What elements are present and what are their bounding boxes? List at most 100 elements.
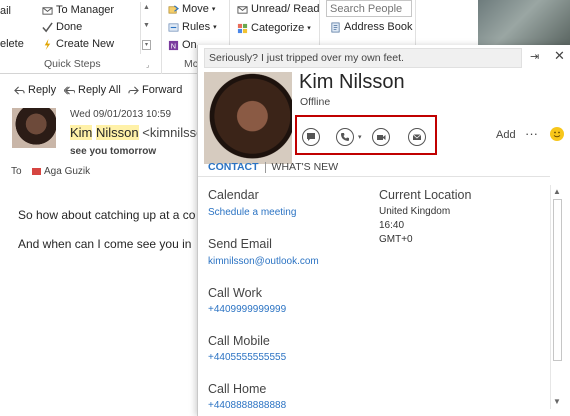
reply-all-button[interactable]: Reply All — [64, 84, 121, 96]
body-line-2: And when can I come see you in — [18, 237, 192, 251]
smiley-icon[interactable] — [550, 127, 564, 141]
email-address-link[interactable]: kimnilsson@outlook.com — [208, 256, 319, 267]
sender-line[interactable]: Kim Nilsson <kimnilsso — [70, 125, 203, 140]
delete-label: elete — [0, 38, 24, 50]
forward-button[interactable]: Forward — [128, 84, 182, 96]
add-contact-link[interactable]: Add — [496, 129, 516, 141]
work-phone-link[interactable]: +4409999999999 — [208, 304, 286, 315]
schedule-meeting-link[interactable]: Schedule a meeting — [208, 207, 296, 218]
chevron-down-icon[interactable]: ▾ — [358, 133, 362, 141]
sender-first-name: Kim — [70, 125, 93, 140]
checkmark-icon — [42, 21, 53, 32]
call-home-title: Call Home — [208, 382, 267, 396]
chat-button[interactable] — [302, 128, 320, 146]
tab-whats-new[interactable]: WHAT'S NEW — [272, 161, 339, 173]
body-line-1: So how about catching up at a co — [18, 208, 196, 222]
sender-last-name: Nilsson — [96, 125, 139, 140]
quick-steps-scroll[interactable]: ▲ ▼ ▾ — [140, 2, 151, 54]
quick-steps-launcher-icon[interactable]: ⌟ — [146, 61, 149, 69]
categorize-button[interactable]: Categorize ▾ — [237, 22, 311, 34]
rules-label: Rules — [182, 21, 211, 33]
reply-button[interactable]: Reply — [14, 84, 56, 96]
calendar-title: Calendar — [208, 188, 259, 202]
address-book-label: Address Book — [344, 21, 413, 33]
quick-step-email[interactable]: ail — [0, 5, 11, 17]
call-work-title: Call Work — [208, 286, 262, 300]
call-mobile-title: Call Mobile — [208, 334, 270, 348]
phone-icon — [341, 133, 349, 141]
quick-step-delete[interactable]: elete — [0, 38, 24, 50]
recipient[interactable]: Aga Guzik — [32, 166, 90, 177]
move-button[interactable]: Move ▾ — [168, 3, 215, 15]
tab-contact[interactable]: CONTACT — [208, 161, 259, 173]
close-icon[interactable]: ✕ — [554, 48, 565, 64]
address-book-button[interactable]: Address Book — [330, 21, 412, 33]
search-people-input[interactable] — [326, 0, 412, 17]
quick-step-done[interactable]: Done — [42, 21, 82, 33]
home-phone-link[interactable]: +4408888888888 — [208, 400, 286, 411]
to-manager-label: To Manager — [56, 4, 115, 16]
message-subject: see you tomorrow — [70, 146, 157, 157]
move-group-label: Mc — [184, 58, 198, 70]
contact-actions: ▾ — [295, 115, 437, 155]
quick-steps-group: ail To Manager Done elete Create New ▲ ▼… — [0, 0, 157, 56]
ribbon-separator — [161, 0, 162, 74]
onenote-label: On — [182, 39, 197, 51]
location-country: United Kingdom — [379, 206, 451, 217]
rules-icon — [168, 22, 179, 32]
background-photo — [478, 0, 570, 45]
location-title: Current Location — [379, 188, 472, 202]
smiley-face — [553, 131, 561, 138]
send-email-title: Send Email — [208, 237, 272, 251]
scroll-thumb[interactable] — [553, 199, 562, 361]
contact-tabs: CONTACT WHAT'S NEW — [208, 161, 338, 173]
location-time: 16:40 — [379, 220, 405, 231]
move-label: Move — [182, 3, 209, 15]
quick-steps-group-label: Quick Steps — [44, 58, 101, 70]
card-scrollbar[interactable]: ▲ ▼ — [550, 185, 563, 409]
chevron-down-icon: ▾ — [211, 6, 216, 13]
chevron-down-icon: ▾ — [307, 25, 311, 32]
sender-email: <kimnilsso — [142, 125, 204, 140]
video-button[interactable] — [372, 128, 390, 146]
tab-divider — [264, 161, 266, 173]
envelope-arrow-icon — [42, 6, 53, 15]
email-icon — [412, 134, 422, 140]
contact-photo — [204, 72, 292, 164]
forward-label: Forward — [142, 84, 183, 96]
call-button[interactable] — [336, 128, 354, 146]
reading-pane: Reply Reply All Forward Wed 09/01/2013 1… — [0, 74, 203, 416]
quick-step-to-manager[interactable]: To Manager — [42, 4, 114, 16]
scroll-up-icon[interactable]: ▲ — [553, 187, 561, 196]
contact-note: Seriously? I just tripped over my own fe… — [204, 48, 522, 68]
reply-all-label: Reply All — [78, 84, 121, 96]
contact-name: Kim Nilsson — [299, 71, 405, 93]
quick-step-create-new[interactable]: Create New — [42, 38, 114, 50]
forward-icon — [128, 85, 139, 95]
scroll-down-icon[interactable]: ▼ — [553, 397, 561, 406]
pin-icon[interactable]: ⇥ — [530, 50, 539, 63]
email-button[interactable] — [408, 128, 426, 146]
reply-label: Reply — [28, 84, 57, 96]
to-label: To — [11, 166, 22, 177]
chevron-down-icon: ▾ — [213, 24, 217, 31]
quick-step-email-label: ail — [0, 5, 12, 17]
unread-read-label: Unread/ Read — [251, 3, 320, 15]
address-book-icon — [331, 22, 340, 32]
tabs-divider — [198, 176, 550, 177]
mobile-phone-link[interactable]: +4405555555555 — [208, 352, 286, 363]
contact-status: Offline — [300, 96, 331, 108]
lightning-icon — [44, 38, 51, 50]
rules-button[interactable]: Rules ▾ — [168, 21, 217, 33]
move-icon — [168, 4, 179, 14]
chat-icon — [307, 133, 315, 141]
onenote-button[interactable]: N On — [168, 39, 197, 51]
message-date: Wed 09/01/2013 10:59 — [70, 109, 172, 120]
unread-read-button[interactable]: Unread/ Read — [237, 3, 320, 15]
sender-avatar[interactable] — [12, 108, 56, 148]
categorize-label: Categorize — [251, 22, 305, 34]
flag-icon — [32, 168, 41, 175]
more-options-icon[interactable]: ··· — [525, 126, 538, 141]
category-icon — [237, 23, 248, 33]
contact-card: Seriously? I just tripped over my own fe… — [197, 45, 570, 416]
